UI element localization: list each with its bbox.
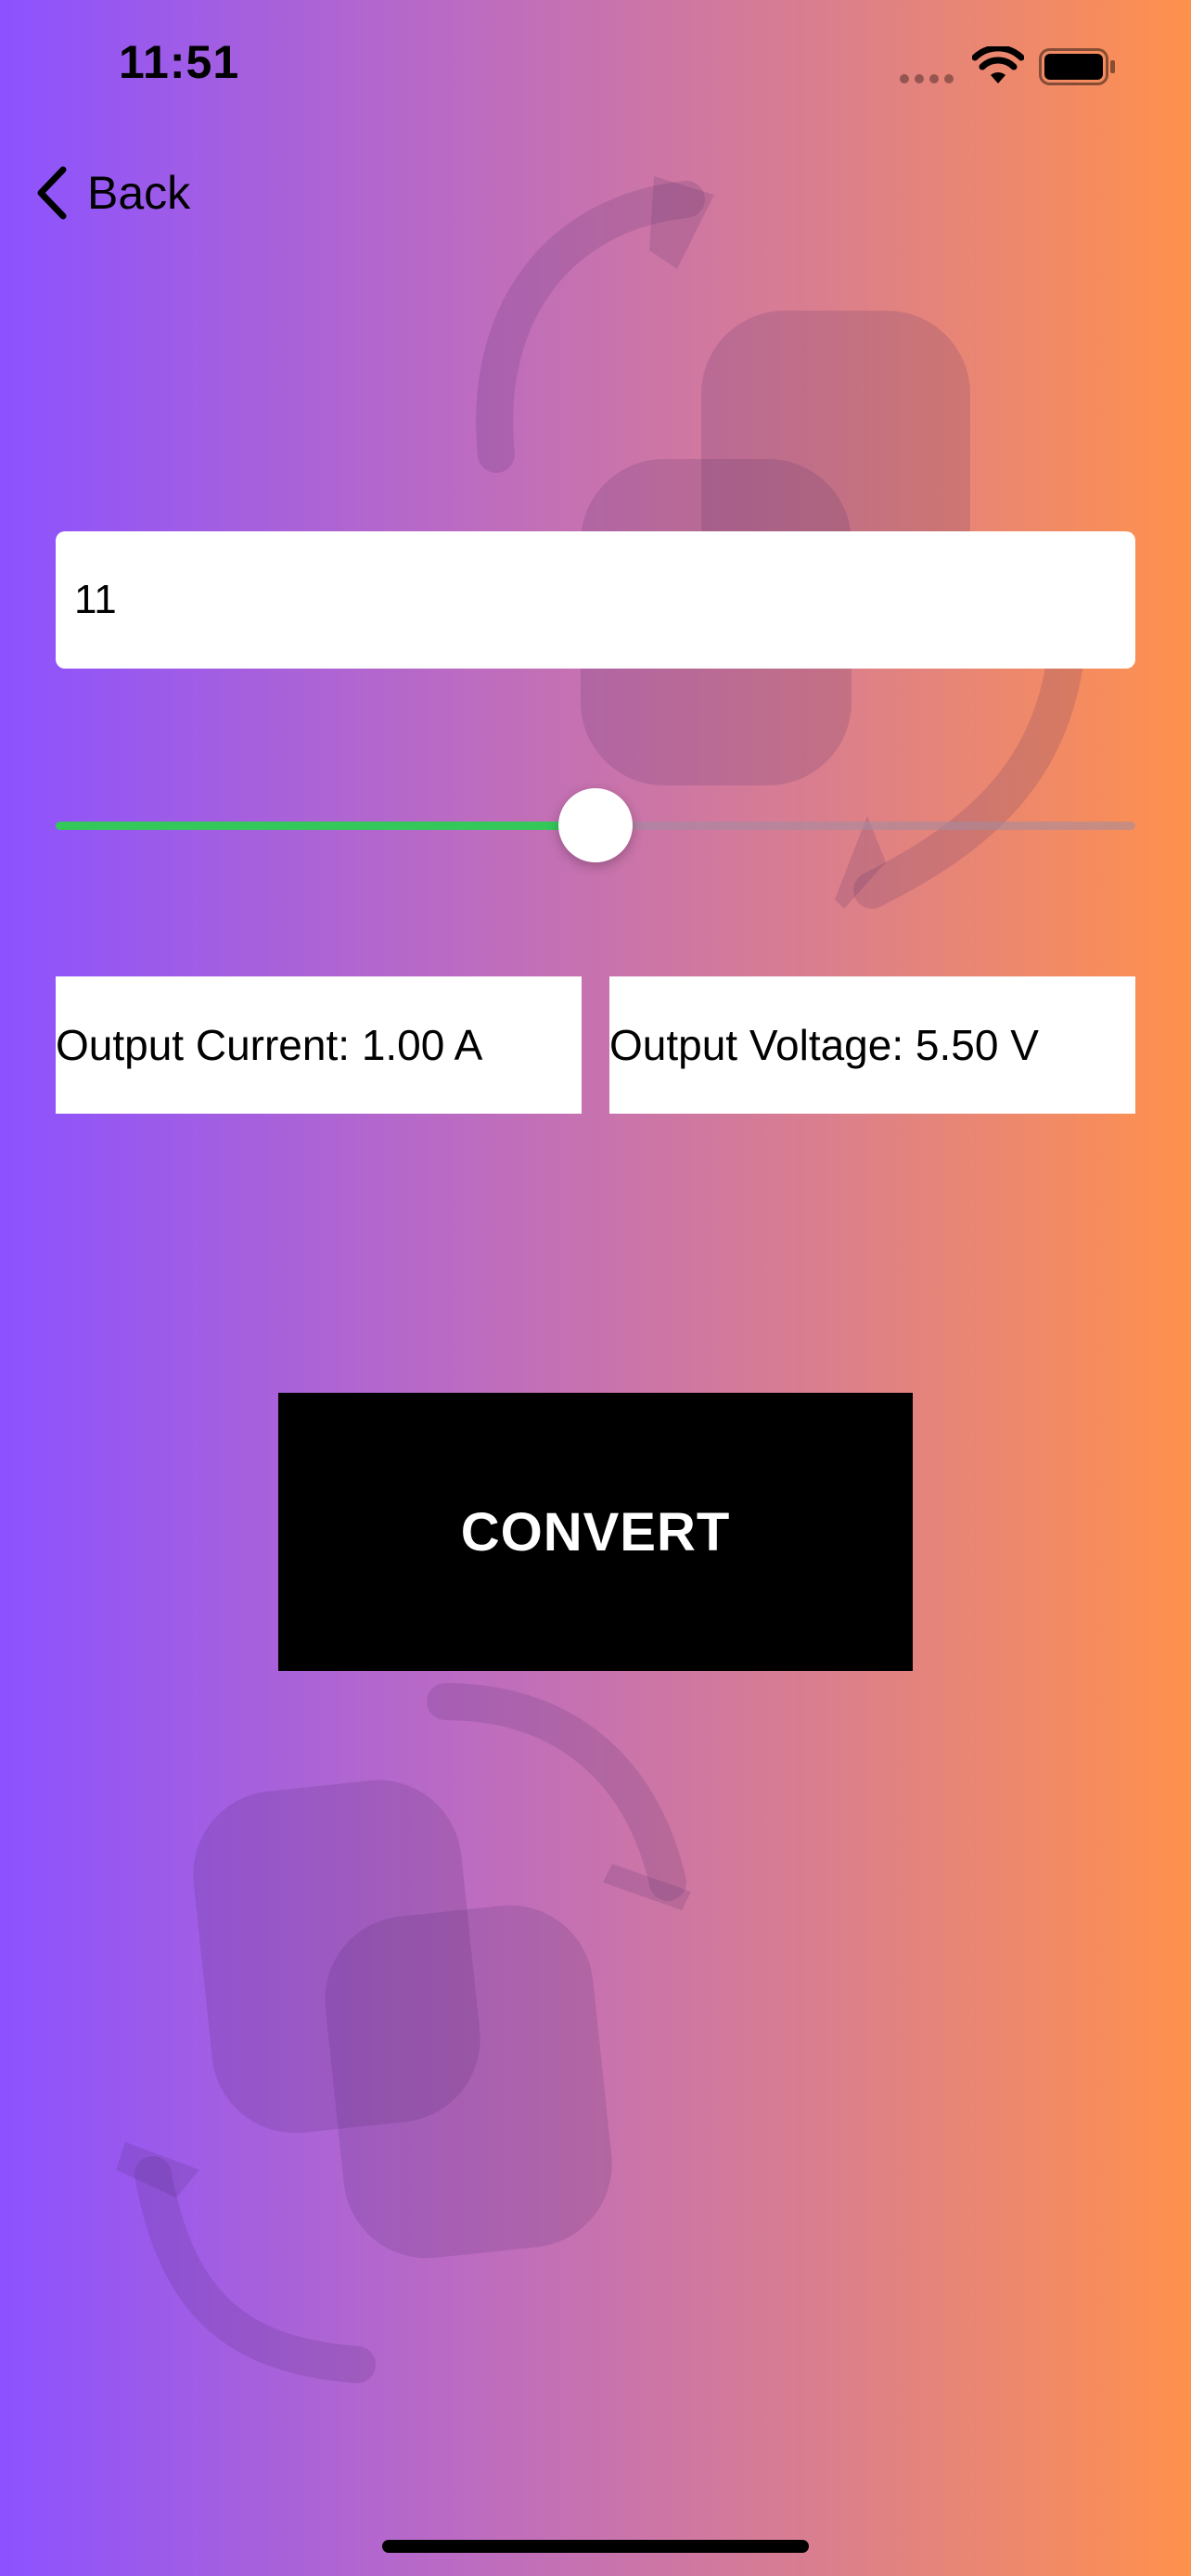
home-indicator[interactable] <box>382 2540 809 2553</box>
battery-icon <box>1039 48 1115 85</box>
back-label: Back <box>87 167 191 219</box>
wifi-icon <box>972 46 1024 83</box>
status-time: 11:51 <box>119 36 240 88</box>
value-input[interactable] <box>56 531 1135 669</box>
convert-button[interactable]: CONVERT <box>278 1393 913 1671</box>
chevron-left-icon <box>37 166 67 220</box>
cellular-signal-icon <box>900 74 954 83</box>
output-current-label: Output Current: 1.00 A <box>56 976 582 1114</box>
value-slider[interactable] <box>56 788 1135 862</box>
slider-thumb[interactable] <box>558 788 633 862</box>
background-convert-icon <box>116 176 1085 2383</box>
output-voltage-label: Output Voltage: 5.50 V <box>609 976 1135 1114</box>
back-button[interactable]: Back <box>33 158 190 228</box>
slider-fill <box>56 822 596 830</box>
